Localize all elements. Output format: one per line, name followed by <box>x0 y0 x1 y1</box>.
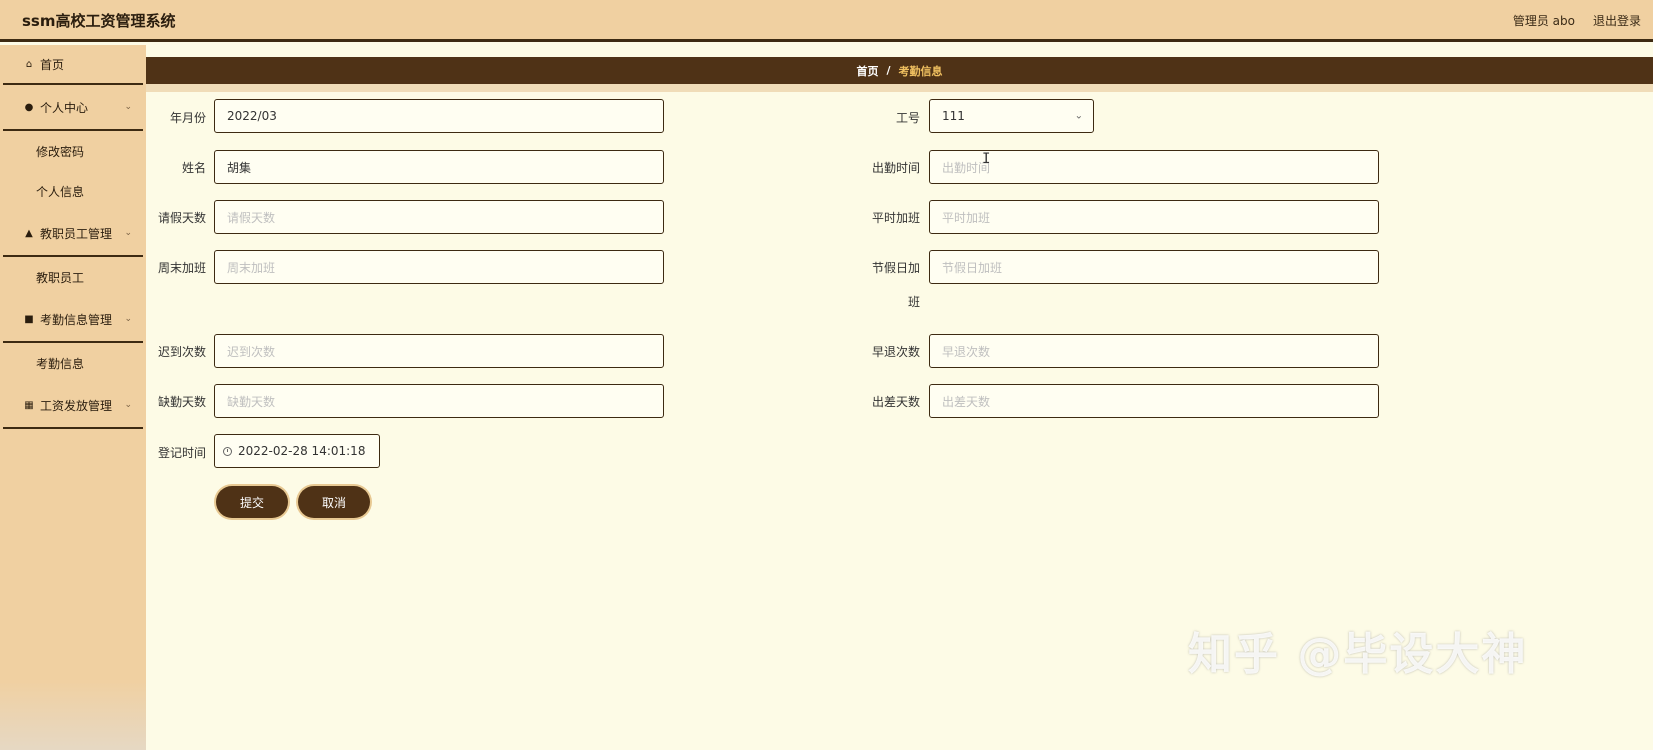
sidebar-item-salary-management[interactable]: ▦ 工资发放管理 ⌄ <box>0 383 146 427</box>
holiday-overtime-label-line1: 节假日加 <box>871 261 920 275</box>
register-time-picker[interactable]: 2022-02-28 14:01:18 <box>214 434 380 468</box>
breadcrumb-current: 考勤信息 <box>898 64 943 78</box>
sidebar-item-staff-management[interactable]: ▲ 教职员工管理 ⌄ <box>0 211 146 255</box>
sidebar-item-label: 首页 <box>40 57 65 72</box>
header-user-area: 管理员 abo 退出登录 <box>1513 12 1641 29</box>
holiday-overtime-input[interactable]: 节假日加班 <box>929 250 1379 284</box>
text-cursor-icon: I <box>982 151 991 167</box>
absence-days-label: 缺勤天数 <box>157 395 206 409</box>
cancel-button[interactable]: 取消 <box>298 486 370 518</box>
name-input[interactable]: 胡集 <box>214 150 664 184</box>
holiday-overtime-label: 节假日加 班 <box>858 259 920 310</box>
business-trip-days-input[interactable]: 出差天数 <box>929 384 1379 418</box>
grid-icon: ▦ <box>24 399 34 411</box>
chevron-down-icon: ⌄ <box>124 102 132 112</box>
monitor-icon: ■ <box>24 313 34 325</box>
breadcrumb-underline <box>146 84 1653 92</box>
absence-days-input[interactable]: 缺勤天数 <box>214 384 664 418</box>
year-month-input[interactable]: 2022/03 <box>214 99 664 133</box>
sidebar-item-label: 工资发放管理 <box>40 398 113 413</box>
employee-id-select[interactable]: 111 ⌄ <box>929 99 1094 133</box>
chevron-down-icon: ⌄ <box>124 400 132 410</box>
breadcrumb: 首页 / 考勤信息 <box>146 57 1653 84</box>
sidebar-item-home[interactable]: ⌂ 首页 <box>0 45 146 83</box>
name-label: 姓名 <box>181 161 206 175</box>
early-leave-count-input[interactable]: 早退次数 <box>929 334 1379 368</box>
leave-days-input[interactable]: 请假天数 <box>214 200 664 234</box>
sidebar-item-personal-center[interactable]: ● 个人中心 ⌄ <box>0 85 146 129</box>
home-icon: ⌂ <box>25 58 33 70</box>
logout-link[interactable]: 退出登录 <box>1593 12 1641 29</box>
menu-divider <box>3 427 143 429</box>
sidebar-item-attendance-management[interactable]: ■ 考勤信息管理 ⌄ <box>0 297 146 341</box>
user-icon: ● <box>24 101 34 113</box>
watermark: 知乎 @毕设大神 <box>1188 629 1528 680</box>
late-count-label: 迟到次数 <box>157 345 206 359</box>
business-trip-days-label: 出差天数 <box>871 395 920 409</box>
staff-icon: ▲ <box>25 227 33 239</box>
breadcrumb-separator: / <box>886 64 891 77</box>
year-month-label: 年月份 <box>169 111 206 125</box>
weekend-overtime-label: 周末加班 <box>157 261 206 275</box>
sidebar: ⌂ 首页 ● 个人中心 ⌄ 修改密码 个人信息 ▲ 教职员工管理 ⌄ 教职员工 … <box>0 45 146 750</box>
sidebar-item-label: 教职员工管理 <box>40 226 113 241</box>
holiday-overtime-label-line2: 班 <box>907 295 920 309</box>
sidebar-subitem-attendance-info[interactable]: 考勤信息 <box>0 343 146 383</box>
clock-icon <box>223 446 232 456</box>
sidebar-subitem-change-password[interactable]: 修改密码 <box>0 131 146 171</box>
attendance-time-input[interactable]: 出勤时间 <box>929 150 1379 184</box>
chevron-down-icon: ⌄ <box>124 228 132 238</box>
register-time-value: 2022-02-28 14:01:18 <box>238 444 366 458</box>
weekday-overtime-input[interactable]: 平时加班 <box>929 200 1379 234</box>
app-title: ssm高校工资管理系统 <box>22 12 176 30</box>
register-time-label: 登记时间 <box>157 446 206 460</box>
late-count-input[interactable]: 迟到次数 <box>214 334 664 368</box>
breadcrumb-home[interactable]: 首页 <box>856 63 878 79</box>
sidebar-item-label: 考勤信息管理 <box>40 312 113 327</box>
weekend-overtime-input[interactable]: 周末加班 <box>214 250 664 284</box>
weekday-overtime-label: 平时加班 <box>871 211 920 225</box>
attendance-time-label: 出勤时间 <box>871 161 920 175</box>
sidebar-subitem-personal-info[interactable]: 个人信息 <box>0 171 146 211</box>
chevron-down-icon: ⌄ <box>124 314 132 324</box>
leave-days-label: 请假天数 <box>157 211 206 225</box>
employee-id-label: 工号 <box>895 111 920 125</box>
early-leave-count-label: 早退次数 <box>871 345 920 359</box>
submit-button[interactable]: 提交 <box>216 486 288 518</box>
sidebar-item-label: 个人中心 <box>40 100 89 115</box>
current-user-label: 管理员 abo <box>1512 14 1575 28</box>
top-header-bar: ssm高校工资管理系统 管理员 abo 退出登录 <box>0 0 1653 42</box>
chevron-down-icon: ⌄ <box>1074 110 1083 122</box>
sidebar-subitem-staff[interactable]: 教职员工 <box>0 257 146 297</box>
employee-id-value: 111 <box>942 109 965 123</box>
